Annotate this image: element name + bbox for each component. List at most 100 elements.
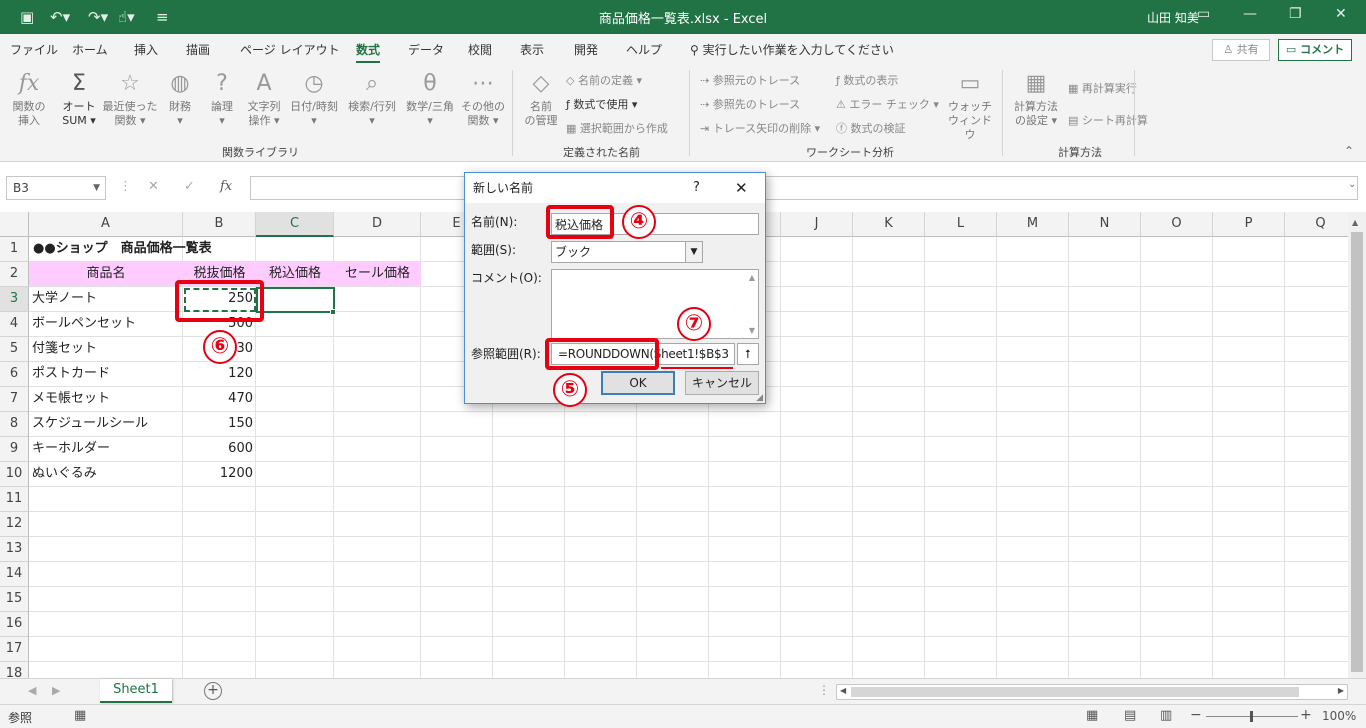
row-header-9[interactable]: 9 [0,437,29,462]
name-box[interactable]: B3 ▼ [6,176,106,200]
minimize-icon[interactable]: — [1243,6,1257,22]
row-header-16[interactable]: 16 [0,612,29,637]
scroll-up-icon[interactable]: ▲ [749,273,755,282]
header-sale-price[interactable]: セール価格 [334,262,421,287]
tab-help[interactable]: ヘルプ [626,41,662,58]
calculate-now-button[interactable]: ▦ 再計算実行 [1068,80,1137,96]
tab-file[interactable]: ファイル [10,41,58,58]
help-icon[interactable]: ? [693,173,700,203]
financial-button[interactable]: ◍ 財務 ▾ [160,70,200,128]
text-button[interactable]: A 文字列 操作 ▾ [244,70,284,128]
header-product-name[interactable]: 商品名 [29,262,183,287]
use-in-formula-button[interactable]: ƒ 数式で使用 ▾ [566,96,637,112]
define-name-button[interactable]: ◇ 名前の定義 ▾ [566,72,642,88]
comment-textarea[interactable]: ▲ ▼ [551,269,759,339]
sheet-tab-sheet1[interactable]: Sheet1 [100,679,172,703]
row-header-13[interactable]: 13 [0,537,29,562]
product-name-cell[interactable]: ポストカード [32,362,110,387]
scroll-up-icon[interactable]: ▲ [1352,218,1358,227]
column-header-d[interactable]: D [334,212,421,237]
tab-review[interactable]: 校閲 [468,41,492,58]
resize-grip-icon[interactable]: ◢ [756,393,763,403]
row-header-14[interactable]: 14 [0,562,29,587]
tab-data[interactable]: データ [408,41,444,58]
vertical-scrollbar[interactable]: ▲ [1348,212,1366,678]
calculation-options-button[interactable]: ▦ 計算方法 の設定 ▾ [1008,70,1064,128]
name-manager-button[interactable]: ◇ 名前 の管理 [518,70,564,128]
tab-view[interactable]: 表示 [520,41,544,58]
tab-insert[interactable]: 挿入 [134,41,158,58]
date-time-button[interactable]: ◷ 日付/時刻 ▾ [286,70,342,128]
price-cell[interactable]: 150 [183,412,256,437]
user-name[interactable]: 山田 知美 [1147,9,1199,26]
logical-button[interactable]: ? 論理 ▾ [202,70,242,128]
tab-home[interactable]: ホーム [72,41,108,58]
watch-window-button[interactable]: ▭ ウォッチ ウィンドウ [946,70,994,142]
product-name-cell[interactable]: 大学ノート [32,287,97,312]
column-header-m[interactable]: M [997,212,1069,237]
formula-input[interactable] [250,176,1358,200]
add-sheet-icon[interactable]: + [204,682,222,700]
math-trig-button[interactable]: θ 数学/三角 ▾ [402,70,458,128]
column-header-k[interactable]: K [853,212,925,237]
fill-handle[interactable] [330,309,336,315]
product-name-cell[interactable]: ぬいぐるみ [32,462,97,487]
collapse-dialog-icon[interactable]: ⭡ [737,343,759,365]
column-header-l[interactable]: L [925,212,997,237]
product-name-cell[interactable]: スケジュールシール [32,412,148,437]
scroll-right-icon[interactable]: ▶ [1338,686,1344,695]
column-header-j[interactable]: J [781,212,853,237]
comment-button[interactable]: ▭ コメント [1278,39,1352,61]
column-header-q[interactable]: Q [1285,212,1348,237]
normal-view-icon[interactable]: ▦ [1086,708,1098,723]
row-header-10[interactable]: 10 [0,462,29,487]
scroll-thumb[interactable] [1351,232,1363,672]
evaluate-formula-button[interactable]: ⓕ 数式の検証 [836,120,906,136]
sheet-title[interactable]: ●●ショップ 商品価格一覧表 [33,237,212,262]
header-price-incl-tax[interactable]: 税込価格 [256,262,334,287]
h-scroll-thumb[interactable] [851,687,1299,697]
row-header-4[interactable]: 4 [0,312,29,337]
more-functions-button[interactable]: ⋯ その他の 関数 ▾ [460,70,506,128]
tab-splitter-icon[interactable]: ⋮ [818,683,830,697]
page-layout-view-icon[interactable]: ▤ [1124,708,1136,723]
column-header-n[interactable]: N [1069,212,1141,237]
remove-arrows-button[interactable]: ⇥ トレース矢印の削除 ▾ [700,120,820,136]
price-cell[interactable]: 120 [183,362,256,387]
collapse-ribbon-icon[interactable]: ⌃ [1344,144,1354,158]
show-formulas-button[interactable]: ƒ 数式の表示 [836,72,898,88]
cancel-button[interactable]: キャンセル [685,371,759,395]
macro-record-icon[interactable]: ▦ [74,708,86,723]
tell-me-box[interactable]: ⚲ 実行したい作業を入力してください [690,41,894,58]
expand-formula-icon[interactable]: ⌄ [1348,179,1356,190]
product-name-cell[interactable]: 付箋セット [32,337,97,362]
zoom-out-icon[interactable]: − [1190,707,1202,723]
close-icon[interactable]: ✕ [1335,6,1347,22]
row-header-15[interactable]: 15 [0,587,29,612]
trace-precedents-button[interactable]: ⇢ 参照元のトレース [700,72,800,88]
prev-sheet-icon[interactable]: ◀ [28,684,36,697]
scroll-down-icon[interactable]: ▼ [749,326,755,335]
trace-dependents-button[interactable]: ⇢ 参照先のトレース [700,96,800,112]
row-header-17[interactable]: 17 [0,637,29,662]
row-header-11[interactable]: 11 [0,487,29,512]
share-button[interactable]: ♙ 共有 [1212,39,1270,61]
tab-developer[interactable]: 開発 [574,41,598,58]
row-header-2[interactable]: 2 [0,262,29,287]
product-name-cell[interactable]: キーホルダー [32,437,110,462]
row-header-3[interactable]: 3 [0,287,29,312]
cancel-icon[interactable]: ✕ [148,179,159,194]
chevron-down-icon[interactable]: ▼ [685,242,702,262]
create-from-selection-button[interactable]: ▦ 選択範囲から作成 [566,120,668,136]
column-header-c[interactable]: C [256,212,334,237]
row-header-7[interactable]: 7 [0,387,29,412]
zoom-in-icon[interactable]: + [1300,707,1312,723]
lookup-reference-button[interactable]: ⌕ 検索/行列 ▾ [344,70,400,128]
horizontal-scrollbar[interactable]: ◀ ▶ [836,684,1348,700]
next-sheet-icon[interactable]: ▶ [52,684,60,697]
price-cell[interactable]: 470 [183,387,256,412]
row-header-5[interactable]: 5 [0,337,29,362]
product-name-cell[interactable]: ボールペンセット [32,312,136,337]
calculate-sheet-button[interactable]: ▤ シート再計算 [1068,112,1148,128]
product-name-cell[interactable]: メモ帳セット [32,387,110,412]
